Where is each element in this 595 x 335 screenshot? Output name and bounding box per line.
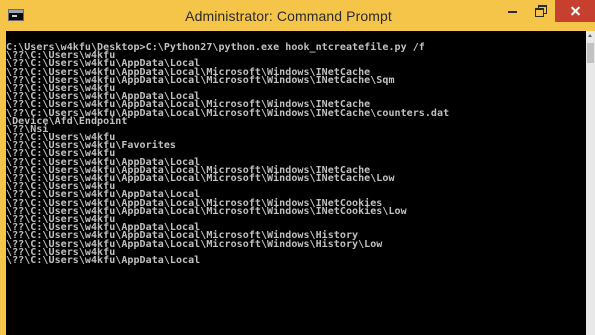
console-output-area[interactable]: C:\Users\w4kfu\Desktop>C:\Python27\pytho… [6,31,586,335]
maximize-icon[interactable] [527,0,554,22]
minimize-icon[interactable] [499,0,526,22]
console-line: \Device\Afd\Endpoint [6,115,128,127]
window-title: Administrator: Command Prompt [185,8,392,24]
scroll-up-arrow-icon[interactable] [586,31,595,41]
vertical-scrollbar[interactable] [586,31,595,335]
command-prompt-window: Administrator: Command Prompt C:\Users\w… [0,0,595,335]
console-line: \??\C:\Users\w4kfu\AppData\Local [6,254,201,266]
console-text: C:\Users\w4kfu\Desktop>C:\Python27\pytho… [6,31,586,265]
close-icon[interactable] [555,0,595,22]
scroll-thumb[interactable] [587,43,594,63]
title-bar[interactable]: Administrator: Command Prompt [0,0,595,31]
